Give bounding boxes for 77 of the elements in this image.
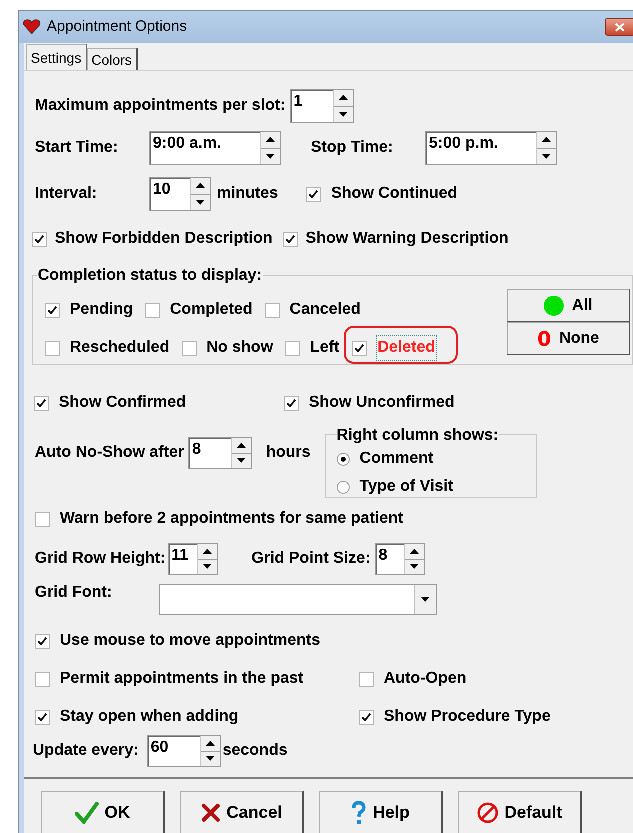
spin-box[interactable]: 10: [149, 177, 211, 211]
close-button[interactable]: [605, 18, 633, 36]
spin-box[interactable]: 8: [188, 437, 252, 469]
checkbox-label: Permit appointments in the past: [60, 669, 304, 689]
field-label: Grid Font:: [35, 583, 114, 603]
field-label: Update every:: [33, 741, 139, 761]
checkbox-label: Auto-Open: [384, 669, 467, 689]
checkbox[interactable]: [34, 396, 49, 410]
checkbox[interactable]: [45, 302, 60, 318]
checkbox-label: Warn before 2 appointments for same patient: [60, 509, 404, 529]
cross-icon: [200, 802, 221, 822]
checkbox[interactable]: [284, 396, 299, 410]
filter-button[interactable]: All: [507, 289, 630, 322]
checkbox-label: Stay open when adding: [60, 707, 239, 727]
checkbox-label: No show: [206, 338, 274, 358]
spin-box[interactable]: 1: [290, 89, 354, 123]
checkbox[interactable]: [35, 512, 50, 526]
unit-label: minutes: [217, 184, 278, 204]
checkbox[interactable]: [306, 186, 322, 202]
spin-box[interactable]: 9:00 a.m.: [149, 131, 281, 165]
checkbox[interactable]: [352, 340, 367, 356]
zero-glyph: 0: [538, 326, 552, 352]
question-mark-icon: [351, 800, 368, 824]
field-label: Grid Point Size:: [252, 549, 371, 569]
spin-box[interactable]: 8: [374, 543, 425, 575]
checkbox-label: Rescheduled: [70, 338, 170, 358]
checkbox-label: Use mouse to move appointments: [60, 631, 320, 651]
checkbox[interactable]: [182, 340, 197, 356]
field-label: Auto No-Show after: [35, 443, 184, 463]
checkbox[interactable]: [32, 232, 47, 246]
field-label: Start Time:: [35, 138, 120, 158]
checkbox[interactable]: [35, 634, 50, 648]
unit-label: seconds: [222, 741, 288, 761]
radio-label: Comment: [360, 449, 434, 469]
checkbox[interactable]: [282, 232, 298, 246]
heart-icon: [23, 19, 41, 35]
tab[interactable]: Colors: [86, 48, 138, 70]
checkbox[interactable]: [359, 710, 374, 724]
spin-box[interactable]: 11: [168, 543, 218, 575]
dialog-button[interactable]: Cancel: [180, 791, 304, 833]
checkbox[interactable]: [359, 672, 374, 686]
field-label: Maximum appointments per slot:: [35, 96, 286, 116]
field-label: Interval:: [35, 184, 98, 204]
dialog-button[interactable]: OK: [41, 791, 165, 833]
checkbox-label: Show Procedure Type: [384, 707, 551, 727]
filter-button[interactable]: 0 None: [507, 322, 630, 355]
radio-button[interactable]: [336, 452, 350, 466]
window-title: Appointment Options: [47, 16, 188, 37]
checkbox-label: Show Unconfirmed: [309, 393, 455, 413]
dialog-button[interactable]: Default: [458, 791, 582, 833]
checkmark-icon: [74, 802, 99, 824]
checkbox[interactable]: [145, 302, 160, 318]
spin-box[interactable]: 5:00 p.m.: [425, 131, 557, 165]
radio-button[interactable]: [336, 480, 350, 494]
checkbox-label: Left: [310, 338, 340, 358]
checkbox[interactable]: [35, 672, 50, 686]
checkbox-label: Completed: [170, 300, 253, 320]
checkbox-label: Show Continued: [331, 184, 458, 204]
unit-label: hours: [266, 443, 311, 463]
prohibited-icon: [476, 802, 499, 824]
field-label: Stop Time:: [311, 138, 394, 158]
checkbox-label: Pending: [70, 300, 134, 320]
dialog-button[interactable]: Help: [319, 791, 443, 833]
close-icon: [615, 22, 625, 32]
tab[interactable]: Settings: [26, 44, 87, 70]
checkbox[interactable]: [35, 710, 50, 724]
checkbox-label: Show Confirmed: [59, 393, 186, 413]
radio-label: Type of Visit: [360, 477, 454, 497]
checkbox-label: Deleted: [376, 336, 436, 360]
field-label: Grid Row Height:: [35, 549, 166, 569]
checkbox[interactable]: [285, 340, 300, 356]
checkbox[interactable]: [45, 340, 60, 356]
checkbox-label: Show Forbidden Description: [55, 229, 273, 249]
spin-box[interactable]: 60: [146, 735, 221, 767]
checkbox-label: Show Warning Description: [306, 229, 509, 249]
checkbox[interactable]: [264, 302, 280, 318]
checkbox-label: Canceled: [290, 300, 361, 320]
